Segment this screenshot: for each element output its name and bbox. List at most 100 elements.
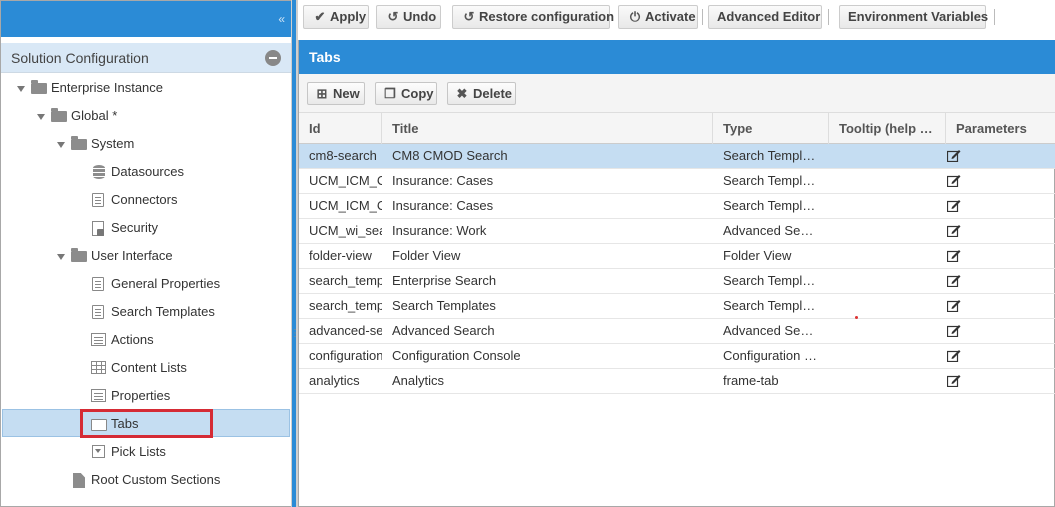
tabs-panel-header: Tabs <box>299 40 1055 74</box>
list-icon <box>91 389 106 402</box>
tree-item-global[interactable]: Global * <box>1 105 291 127</box>
table-row[interactable]: search_temp Search Templates Search Templ… <box>299 294 1055 319</box>
cell-tooltip <box>829 244 946 268</box>
edit-parameters-icon[interactable] <box>946 249 961 263</box>
lock-document-icon <box>92 221 104 236</box>
tree-item-search-templates[interactable]: Search Templates <box>1 301 291 323</box>
folder-icon <box>71 248 87 262</box>
tree-item-user-interface[interactable]: User Interface <box>1 245 291 267</box>
table-row[interactable]: UCM_ICM_C Insurance: Cases Search Templ… <box>299 169 1055 194</box>
cell-type: Search Templ… <box>723 273 816 288</box>
cell-title: Configuration Console <box>392 348 521 363</box>
restore-icon: ↺ <box>463 9 475 24</box>
activate-button[interactable]: ⏻ Activate <box>618 5 698 29</box>
table-row[interactable]: folder-view Folder View Folder View <box>299 244 1055 269</box>
folder-icon <box>51 108 67 122</box>
plus-icon: ⊞ <box>316 86 328 101</box>
tree-item-enterprise-instance[interactable]: Enterprise Instance <box>1 77 291 99</box>
undo-button[interactable]: ↺ Undo <box>376 5 441 29</box>
apply-button[interactable]: ✔ Apply <box>303 5 369 29</box>
cell-id: analytics <box>309 373 360 388</box>
database-icon <box>93 165 105 179</box>
tree-item-actions[interactable]: Actions <box>1 329 291 351</box>
environment-variables-button[interactable]: Environment Variables <box>839 5 988 29</box>
chevron-down-icon[interactable] <box>57 142 65 148</box>
column-header-title[interactable]: Title <box>382 113 713 144</box>
column-header-id[interactable]: Id <box>299 113 382 144</box>
table-row[interactable]: UCM_ICM_C Insurance: Cases Search Templ… <box>299 194 1055 219</box>
chevron-down-icon[interactable] <box>37 114 45 120</box>
collapse-panel-icon[interactable]: « <box>278 12 285 26</box>
cell-tooltip <box>829 319 946 343</box>
document-icon <box>92 193 104 207</box>
table-header: Id Title Type Tooltip (help … Parameters <box>299 112 1055 144</box>
column-header-tooltip[interactable]: Tooltip (help … <box>829 113 946 144</box>
tree-item-root-custom-sections[interactable]: Root Custom Sections <box>1 469 291 491</box>
copy-label: Copy <box>401 86 434 101</box>
page-title: Tabs <box>309 49 341 65</box>
tree-item-tabs[interactable]: Tabs <box>1 413 291 435</box>
cell-type: frame-tab <box>723 373 779 388</box>
panel-splitter[interactable] <box>290 0 300 507</box>
cell-id: cm8-search <box>309 148 377 163</box>
table-row[interactable]: advanced-se Advanced Search Advanced Se… <box>299 319 1055 344</box>
table-row[interactable]: UCM_wi_sea Insurance: Work Advanced Se… <box>299 219 1055 244</box>
cell-type: Search Templ… <box>723 198 816 213</box>
cell-id: advanced-se <box>309 323 382 338</box>
collapse-section-icon[interactable] <box>265 50 281 66</box>
tabs-panel: Tabs ⊞ New ❐ Copy ✖ Delete Id Title Type To… <box>298 40 1055 507</box>
new-button[interactable]: ⊞ New <box>307 82 365 105</box>
tree-item-properties[interactable]: Properties <box>1 385 291 407</box>
tree-item-security[interactable]: Security <box>1 217 291 239</box>
cell-type: Advanced Se… <box>723 223 814 238</box>
table-row[interactable]: search_temp Enterprise Search Search Templ… <box>299 269 1055 294</box>
restore-configuration-button[interactable]: ↺ Restore configuration <box>452 5 614 29</box>
edit-parameters-icon[interactable] <box>946 149 961 163</box>
folder-icon <box>71 136 87 150</box>
delete-button[interactable]: ✖ Delete <box>447 82 516 105</box>
panel-header: Solution Configuration <box>1 43 291 73</box>
copy-button[interactable]: ❐ Copy <box>375 82 437 105</box>
edit-parameters-icon[interactable] <box>946 374 961 388</box>
cell-title: Folder View <box>392 248 461 263</box>
column-header-type[interactable]: Type <box>713 113 829 144</box>
cell-type: Search Templ… <box>723 148 816 163</box>
edit-parameters-icon[interactable] <box>946 324 961 338</box>
edit-parameters-icon[interactable] <box>946 224 961 238</box>
cell-id: UCM_ICM_C <box>309 173 382 188</box>
table-body: cm8-search CM8 CMOD Search Search Templ… UC… <box>299 144 1055 394</box>
edit-parameters-icon[interactable] <box>946 199 961 213</box>
tree-item-general-properties[interactable]: General Properties <box>1 273 291 295</box>
cell-tooltip <box>829 344 946 368</box>
copy-icon: ❐ <box>384 86 396 101</box>
cell-type: Folder View <box>723 248 792 263</box>
undo-label: Undo <box>403 9 437 24</box>
table-row[interactable]: configuration Configuration Console Config… <box>299 344 1055 369</box>
cell-id: folder-view <box>309 248 372 263</box>
chevron-down-icon[interactable] <box>57 254 65 260</box>
cell-title: Search Templates <box>392 298 496 313</box>
edit-parameters-icon[interactable] <box>946 299 961 313</box>
tree-item-connectors[interactable]: Connectors <box>1 189 291 211</box>
table-row[interactable]: cm8-search CM8 CMOD Search Search Templ… <box>299 144 1055 169</box>
edit-parameters-icon[interactable] <box>946 174 961 188</box>
tree-item-label: Datasources <box>111 164 184 179</box>
chevron-down-icon[interactable] <box>17 86 25 92</box>
folder-icon <box>31 80 47 94</box>
column-header-parameters[interactable]: Parameters <box>946 113 1055 144</box>
edit-parameters-icon[interactable] <box>946 274 961 288</box>
main-toolbar: ✔ Apply ↺ Undo ↺ Restore configuration ⏻ Act… <box>298 0 1055 36</box>
tree-item-label: Search Templates <box>111 304 215 319</box>
table-row[interactable]: analytics Analytics frame-tab <box>299 369 1055 394</box>
tree-item-content-lists[interactable]: Content Lists <box>1 357 291 379</box>
tree-item-pick-lists[interactable]: Pick Lists <box>1 441 291 463</box>
edit-parameters-icon[interactable] <box>946 349 961 363</box>
cell-tooltip <box>829 369 946 393</box>
cell-type: Search Templ… <box>723 173 816 188</box>
advanced-editor-button[interactable]: Advanced Editor <box>708 5 822 29</box>
cell-tooltip <box>829 269 946 293</box>
tabs-toolbar: ⊞ New ❐ Copy ✖ Delete <box>299 74 1055 112</box>
cell-title: Insurance: Cases <box>392 173 494 188</box>
tree-item-datasources[interactable]: Datasources <box>1 161 291 183</box>
tree-item-system[interactable]: System <box>1 133 291 155</box>
